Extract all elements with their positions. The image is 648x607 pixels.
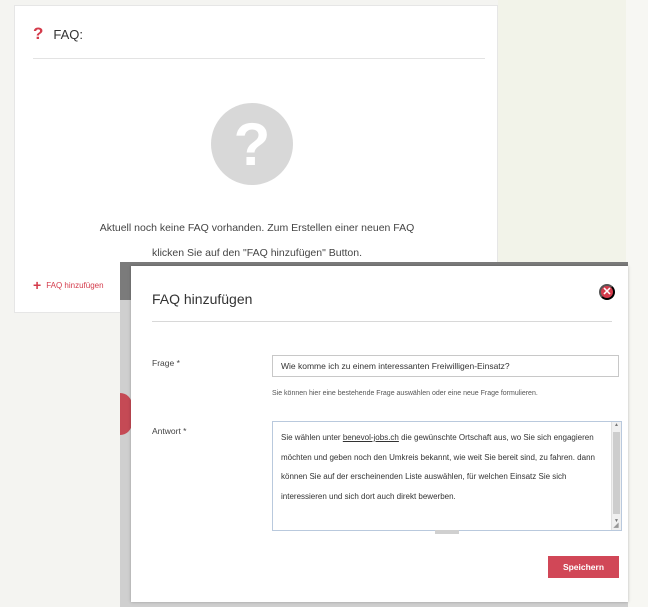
page-background-edge: [626, 0, 648, 607]
faq-title: FAQ:: [53, 26, 84, 42]
faq-add-modal: FAQ hinzufügen ✕ Frage * Sie können hier…: [131, 266, 628, 602]
frage-hint: Sie können hier eine bestehende Frage au…: [272, 390, 538, 397]
frage-label: Frage *: [152, 358, 180, 368]
plus-icon: +: [33, 277, 42, 293]
question-mark-icon: ?: [33, 24, 44, 43]
faq-header: ? FAQ:: [33, 24, 83, 44]
close-icon[interactable]: ✕: [599, 284, 615, 300]
save-button[interactable]: Speichern: [548, 556, 619, 578]
antwort-text-rest: die gewünschte Ortschaft aus, wo Sie sic…: [281, 433, 595, 501]
antwort-link[interactable]: benevol-jobs.ch: [343, 433, 399, 442]
empty-message: Aktuell noch keine FAQ vorhanden. Zum Er…: [15, 216, 499, 266]
antwort-label: Antwort *: [152, 426, 187, 436]
antwort-textarea[interactable]: Sie wählen unter benevol-jobs.ch die gew…: [272, 421, 622, 534]
add-faq-label: FAQ hinzufügen: [46, 280, 104, 290]
empty-message-line1: Aktuell noch keine FAQ vorhanden. Zum Er…: [99, 222, 415, 234]
modal-divider: [152, 321, 612, 322]
scrollbar-thumb[interactable]: [613, 432, 620, 514]
frage-input[interactable]: [272, 355, 619, 377]
scroll-up-icon[interactable]: ▲: [612, 422, 621, 428]
antwort-text-start: Sie wählen unter: [281, 433, 343, 442]
resize-icon[interactable]: ◢: [611, 522, 621, 530]
question-circle-icon: ?: [211, 103, 293, 185]
antwort-scrollbar[interactable]: ▲ ▼: [611, 422, 621, 530]
antwort-text: Sie wählen unter benevol-jobs.ch die gew…: [281, 428, 606, 506]
textarea-grip[interactable]: [435, 530, 459, 534]
add-faq-link[interactable]: + FAQ hinzufügen: [33, 278, 104, 292]
modal-title: FAQ hinzufügen: [152, 291, 253, 307]
faq-divider: [33, 58, 485, 59]
